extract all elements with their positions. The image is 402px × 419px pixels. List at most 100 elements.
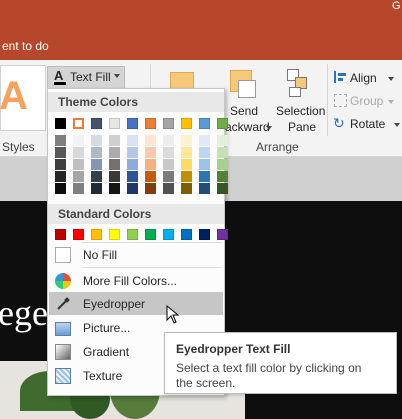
theme-shade-swatch[interactable]	[73, 183, 84, 194]
selection-pane-icon[interactable]	[287, 69, 311, 97]
theme-color-swatch[interactable]	[217, 118, 228, 129]
theme-shade-swatch[interactable]	[91, 159, 102, 170]
theme-shade-swatch[interactable]	[127, 147, 138, 158]
standard-color-swatch[interactable]	[199, 229, 210, 240]
group-separator	[327, 64, 328, 136]
theme-color-swatch[interactable]	[163, 118, 174, 129]
picture-icon	[55, 322, 71, 336]
eyedropper-item[interactable]: Eyedropper	[49, 292, 223, 315]
selection-pane-line2[interactable]: Pane	[288, 120, 316, 134]
slide-title-text[interactable]: ege	[0, 292, 48, 334]
theme-color-swatch[interactable]	[91, 118, 102, 129]
title-bar-text: G	[392, 0, 401, 12]
theme-shade-swatch[interactable]	[163, 135, 174, 146]
theme-color-swatch[interactable]	[127, 118, 138, 129]
theme-shade-swatch[interactable]	[145, 147, 156, 158]
theme-shade-swatch[interactable]	[217, 183, 228, 194]
align-label: Align	[350, 71, 377, 85]
theme-shade-swatch[interactable]	[109, 159, 120, 170]
theme-color-swatch[interactable]	[109, 118, 120, 129]
theme-shade-swatch[interactable]	[55, 147, 66, 158]
theme-shade-swatch[interactable]	[145, 159, 156, 170]
theme-shade-swatch[interactable]	[55, 159, 66, 170]
theme-shade-swatch[interactable]	[163, 183, 174, 194]
color-wheel-icon	[55, 273, 71, 289]
theme-color-swatch[interactable]	[73, 118, 84, 129]
theme-colors-label: Theme Colors	[58, 95, 139, 109]
theme-shade-swatch[interactable]	[55, 171, 66, 182]
theme-shade-swatch[interactable]	[199, 147, 210, 158]
wordart-preview[interactable]: A	[0, 65, 46, 131]
theme-shade-swatch[interactable]	[217, 147, 228, 158]
theme-shade-swatch[interactable]	[199, 159, 210, 170]
arrange-group-label: Arrange	[256, 140, 299, 154]
theme-shade-swatch[interactable]	[199, 183, 210, 194]
theme-shade-swatch[interactable]	[91, 171, 102, 182]
theme-color-swatch[interactable]	[199, 118, 210, 129]
theme-shade-swatch[interactable]	[217, 171, 228, 182]
no-fill-item[interactable]: No Fill	[49, 243, 223, 266]
theme-shade-swatch[interactable]	[73, 159, 84, 170]
theme-shade-swatch[interactable]	[145, 183, 156, 194]
standard-color-swatch[interactable]	[127, 229, 138, 240]
theme-shade-swatch[interactable]	[91, 135, 102, 146]
theme-color-swatch[interactable]	[55, 118, 66, 129]
standard-color-swatch[interactable]	[109, 229, 120, 240]
theme-shade-swatch[interactable]	[55, 183, 66, 194]
theme-shade-swatch[interactable]	[181, 147, 192, 158]
theme-shade-swatch[interactable]	[217, 135, 228, 146]
theme-shade-swatch[interactable]	[73, 147, 84, 158]
theme-shade-swatch[interactable]	[127, 183, 138, 194]
chevron-down-icon	[388, 77, 394, 81]
theme-shade-swatch[interactable]	[109, 171, 120, 182]
eyedropper-label: Eyedropper	[83, 297, 146, 311]
theme-color-swatch[interactable]	[181, 118, 192, 129]
more-fill-colors-item[interactable]: More Fill Colors...	[49, 269, 223, 292]
no-fill-icon	[55, 247, 71, 263]
theme-shade-swatch[interactable]	[145, 135, 156, 146]
standard-color-swatch[interactable]	[217, 229, 228, 240]
theme-shade-swatch[interactable]	[73, 171, 84, 182]
theme-color-swatch[interactable]	[145, 118, 156, 129]
theme-shade-swatch[interactable]	[181, 135, 192, 146]
rotate-button[interactable]: ↻ Rotate	[332, 115, 400, 133]
tell-me-bar[interactable]: ent to do	[0, 32, 402, 60]
selection-pane-line1[interactable]: Selection	[276, 104, 325, 118]
menu-divider	[82, 267, 222, 268]
theme-shade-swatch[interactable]	[127, 171, 138, 182]
wordart-letter-icon: A	[0, 74, 28, 118]
text-fill-button[interactable]: A Text Fill	[47, 66, 125, 90]
theme-shade-swatch[interactable]	[163, 159, 174, 170]
theme-shade-swatch[interactable]	[181, 171, 192, 182]
theme-shade-swatch[interactable]	[163, 147, 174, 158]
standard-color-swatch[interactable]	[91, 229, 102, 240]
group-button[interactable]: Group	[332, 92, 400, 110]
theme-shade-swatch[interactable]	[163, 171, 174, 182]
standard-color-swatch[interactable]	[145, 229, 156, 240]
theme-shade-swatch[interactable]	[109, 135, 120, 146]
picture-label: Picture...	[83, 321, 131, 335]
tell-me-text[interactable]: ent to do	[2, 39, 49, 53]
send-backward-line2[interactable]: ackward	[225, 120, 270, 134]
send-backward-line1[interactable]: Send	[230, 104, 258, 118]
theme-shade-swatch[interactable]	[199, 135, 210, 146]
theme-shade-swatch[interactable]	[73, 135, 84, 146]
theme-shade-swatch[interactable]	[55, 135, 66, 146]
theme-shade-swatch[interactable]	[91, 147, 102, 158]
theme-shade-swatch[interactable]	[109, 183, 120, 194]
theme-shade-swatch[interactable]	[127, 159, 138, 170]
title-bar: G	[0, 0, 402, 32]
align-button[interactable]: Align	[332, 69, 400, 87]
standard-color-swatch[interactable]	[163, 229, 174, 240]
standard-color-swatch[interactable]	[181, 229, 192, 240]
theme-shade-swatch[interactable]	[91, 183, 102, 194]
theme-shade-swatch[interactable]	[145, 171, 156, 182]
theme-shade-swatch[interactable]	[199, 171, 210, 182]
theme-shade-swatch[interactable]	[127, 135, 138, 146]
standard-color-swatch[interactable]	[73, 229, 84, 240]
theme-shade-swatch[interactable]	[217, 159, 228, 170]
theme-shade-swatch[interactable]	[181, 183, 192, 194]
theme-shade-swatch[interactable]	[181, 159, 192, 170]
theme-shade-swatch[interactable]	[109, 147, 120, 158]
standard-color-swatch[interactable]	[55, 229, 66, 240]
